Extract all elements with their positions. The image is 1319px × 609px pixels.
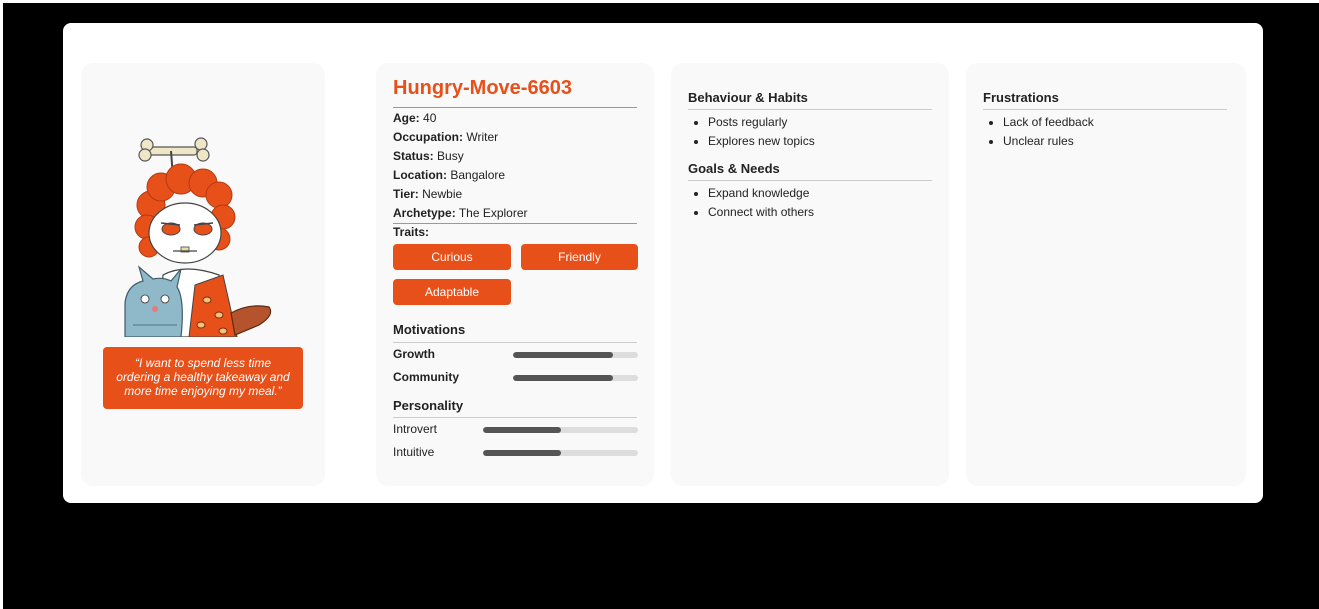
personality-bar-fill — [483, 427, 561, 433]
fact-occupation: Occupation: Writer — [393, 130, 499, 144]
motivation-label: Community — [393, 370, 459, 384]
list-item: Unclear rules — [1003, 132, 1094, 151]
facts-divider — [393, 223, 637, 224]
personality-divider — [393, 417, 637, 418]
frustrations-panel: Frustrations Lack of feedback Unclear ru… — [966, 63, 1246, 486]
name-divider — [393, 107, 637, 108]
fact-archetype: Archetype: The Explorer — [393, 206, 528, 220]
goals-title: Goals & Needs — [688, 161, 780, 176]
fact-tier: Tier: Newbie — [393, 187, 463, 201]
personality-label: Intuitive — [393, 445, 435, 459]
list-item: Expand knowledge — [708, 184, 814, 203]
fact-age: Age: 40 — [393, 111, 437, 125]
behaviour-list: Posts regularly Explores new topics — [708, 113, 815, 151]
goals-divider — [688, 180, 932, 181]
cat-icon — [124, 265, 183, 337]
motivation-bar — [513, 352, 638, 358]
fact-status: Status: Busy — [393, 149, 464, 163]
motivation-label: Growth — [393, 347, 435, 361]
persona-name: Hungry-Move-6603 — [393, 77, 572, 99]
persona-card: “I want to spend less time ordering a he… — [63, 23, 1263, 503]
personality-bar — [483, 427, 638, 433]
motivation-bar — [513, 375, 638, 381]
reddit-caveman-avatar-icon — [124, 137, 272, 337]
facts-list: Age: 40 Occupation: Writer Status: Busy … — [393, 109, 637, 223]
frustrations-title: Frustrations — [983, 90, 1059, 105]
list-item: Posts regularly — [708, 113, 815, 132]
motivation-bar-fill — [513, 352, 613, 358]
persona-quote: “I want to spend less time ordering a he… — [103, 347, 303, 409]
fact-location: Location: Bangalore — [393, 168, 506, 182]
frustrations-divider — [983, 109, 1227, 110]
motivation-bar-fill — [513, 375, 613, 381]
trait-pill: Friendly — [521, 244, 638, 270]
personality-bar-fill — [483, 450, 561, 456]
trait-pill: Adaptable — [393, 279, 511, 305]
personality-title: Personality — [393, 398, 464, 413]
profile-panel: Hungry-Move-6603 Age: 40 Occupation: Wri… — [376, 63, 654, 486]
motivations-divider — [393, 342, 637, 343]
avatar-panel: “I want to spend less time ordering a he… — [81, 63, 325, 486]
trait-pill: Curious — [393, 244, 511, 270]
list-item: Lack of feedback — [1003, 113, 1094, 132]
window-left-edge — [0, 0, 3, 609]
motivations-title: Motivations — [393, 322, 466, 337]
behaviour-goals-panel: Behaviour & Habits Posts regularly Explo… — [671, 63, 949, 486]
traits-label: Traits: — [393, 225, 430, 239]
list-item: Explores new topics — [708, 132, 815, 151]
frustrations-list: Lack of feedback Unclear rules — [1003, 113, 1094, 151]
list-item: Connect with others — [708, 203, 814, 222]
goals-list: Expand knowledge Connect with others — [708, 184, 814, 222]
personality-bar — [483, 450, 638, 456]
behaviour-divider — [688, 109, 932, 110]
personality-label: Introvert — [393, 422, 438, 436]
window-top-edge — [0, 0, 1319, 3]
behaviour-title: Behaviour & Habits — [688, 90, 808, 105]
